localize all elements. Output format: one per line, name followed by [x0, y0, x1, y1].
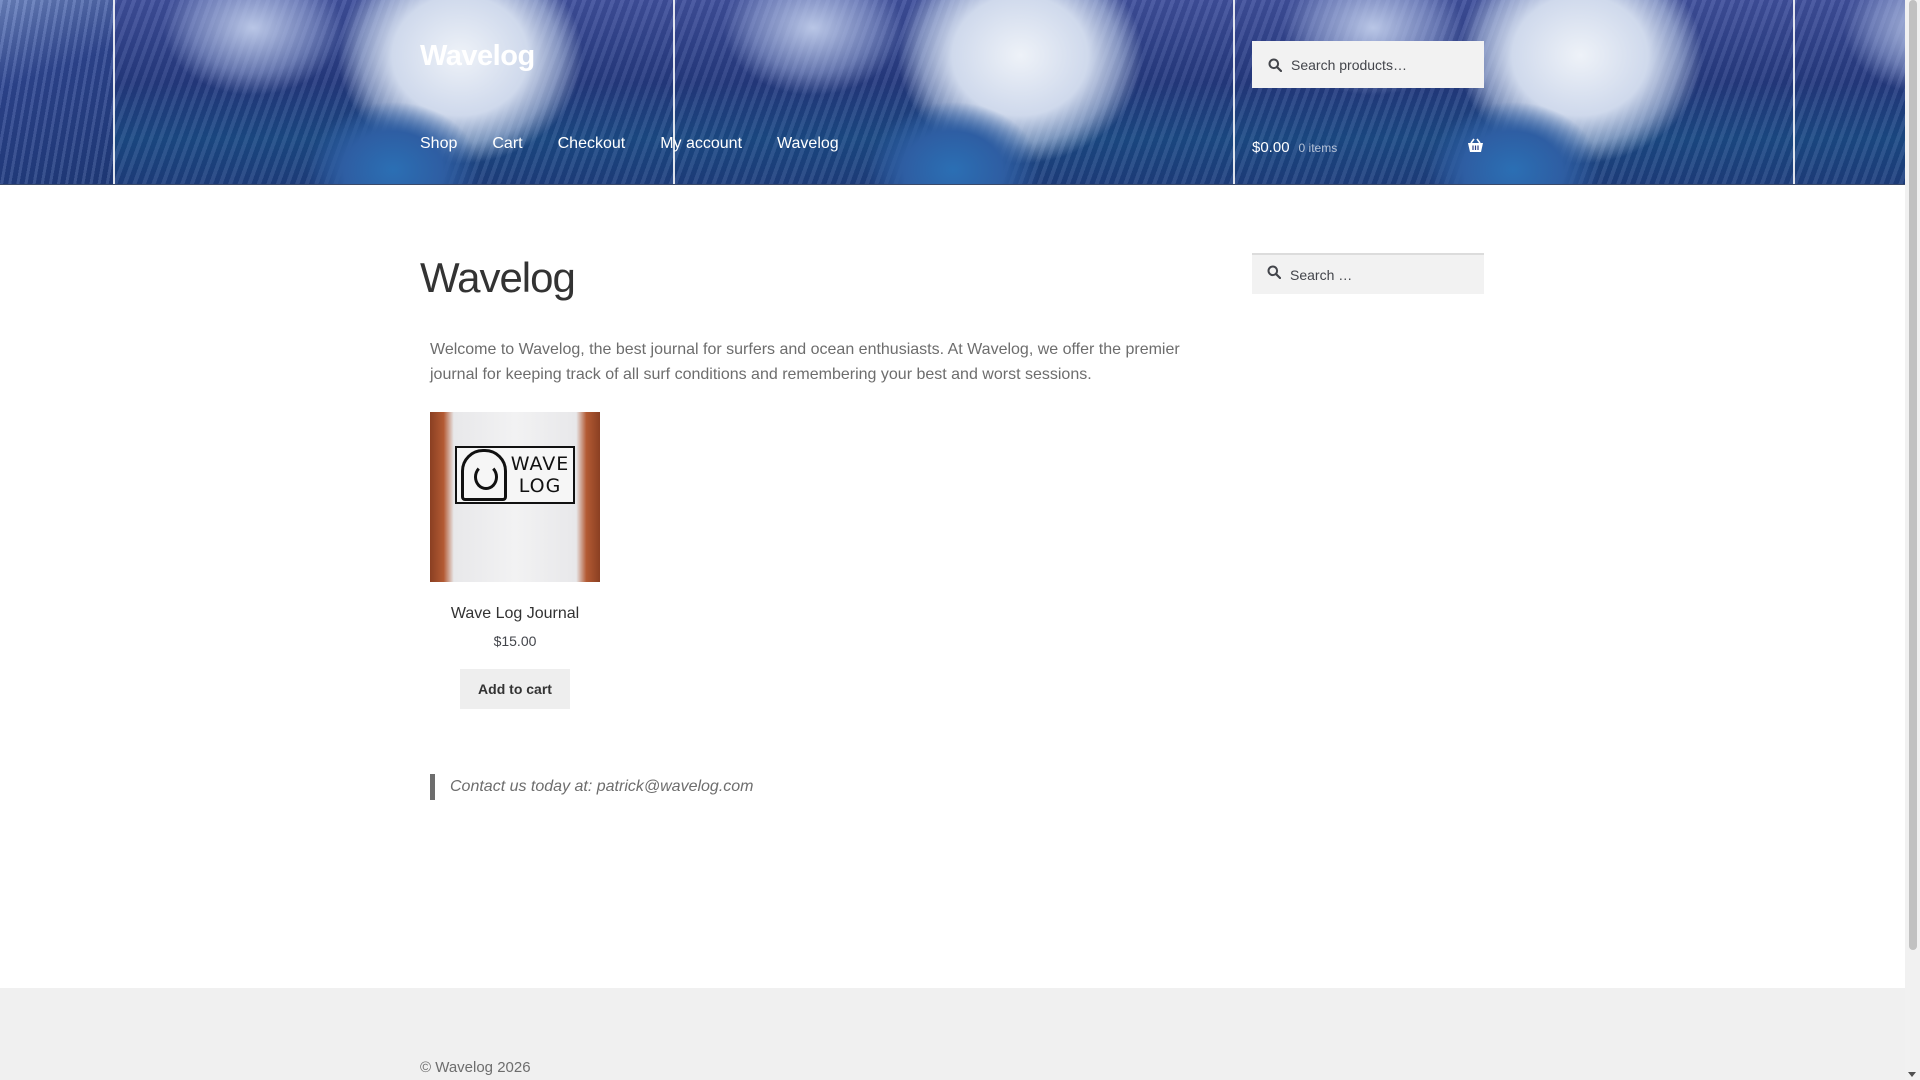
site-title-link[interactable]: Wavelog: [420, 40, 535, 73]
product-search-form: [1252, 41, 1484, 88]
nav-item-wavelog[interactable]: Wavelog: [777, 135, 839, 153]
header-background-image: [673, 0, 1233, 184]
header-background-image: [0, 0, 113, 184]
cart-summary: $0.00 0 items: [1252, 139, 1337, 156]
contact-quote: Contact us today at: patrick@wavelog.com: [430, 774, 754, 800]
site-search-form: [1252, 253, 1484, 294]
product-image[interactable]: WAVE LOG: [430, 412, 600, 582]
nav-item-cart[interactable]: Cart: [492, 135, 522, 153]
search-icon: [1267, 265, 1282, 284]
logo-text: WAVE LOG: [507, 453, 573, 497]
product-price: $15.00: [493, 633, 537, 649]
nav-item-checkout[interactable]: Checkout: [558, 135, 626, 153]
search-icon: [1268, 58, 1282, 72]
wavelog-logo: WAVE LOG: [455, 446, 575, 504]
page-title: Wavelog: [420, 254, 576, 301]
cart-item-count: 0 items: [1298, 140, 1338, 155]
page-scrollbar[interactable]: [1905, 0, 1920, 1080]
product-search-input[interactable]: [1291, 56, 1481, 73]
header-background-image: [113, 0, 673, 184]
product-title[interactable]: Wave Log Journal: [430, 605, 600, 623]
site-header: Wavelog Shop Cart Checkout My account Wa…: [0, 0, 1905, 185]
nav-item-my-account[interactable]: My account: [660, 135, 742, 153]
site-search-input[interactable]: [1290, 266, 1480, 283]
intro-paragraph: Welcome to Wavelog, the best journal for…: [430, 341, 1180, 383]
logo-text-line: WAVE: [510, 453, 570, 475]
header-background-image: [1793, 0, 1905, 184]
cart-amount: $0.00: [1252, 138, 1290, 156]
copyright-text: © Wavelog 2026: [420, 1059, 531, 1076]
nav-item-shop[interactable]: Shop: [420, 135, 457, 153]
scroll-down-arrow-icon[interactable]: [1908, 1072, 1916, 1077]
basket-icon: [1467, 138, 1484, 157]
product-card: WAVE LOG Wave Log Journal $15.00 Add to …: [430, 412, 600, 709]
header-cart-link[interactable]: $0.00 0 items: [1252, 136, 1484, 158]
primary-navigation: Shop Cart Checkout My account Wavelog: [420, 135, 874, 153]
site-footer: © Wavelog 2026: [0, 988, 1905, 1080]
wave-logo-icon: [461, 449, 507, 501]
scrollbar-thumb[interactable]: [1909, 0, 1917, 950]
product-link[interactable]: WAVE LOG Wave Log Journal $15.00: [430, 412, 600, 649]
add-to-cart-button[interactable]: Add to cart: [460, 669, 570, 709]
logo-text-line: LOG: [518, 475, 562, 497]
